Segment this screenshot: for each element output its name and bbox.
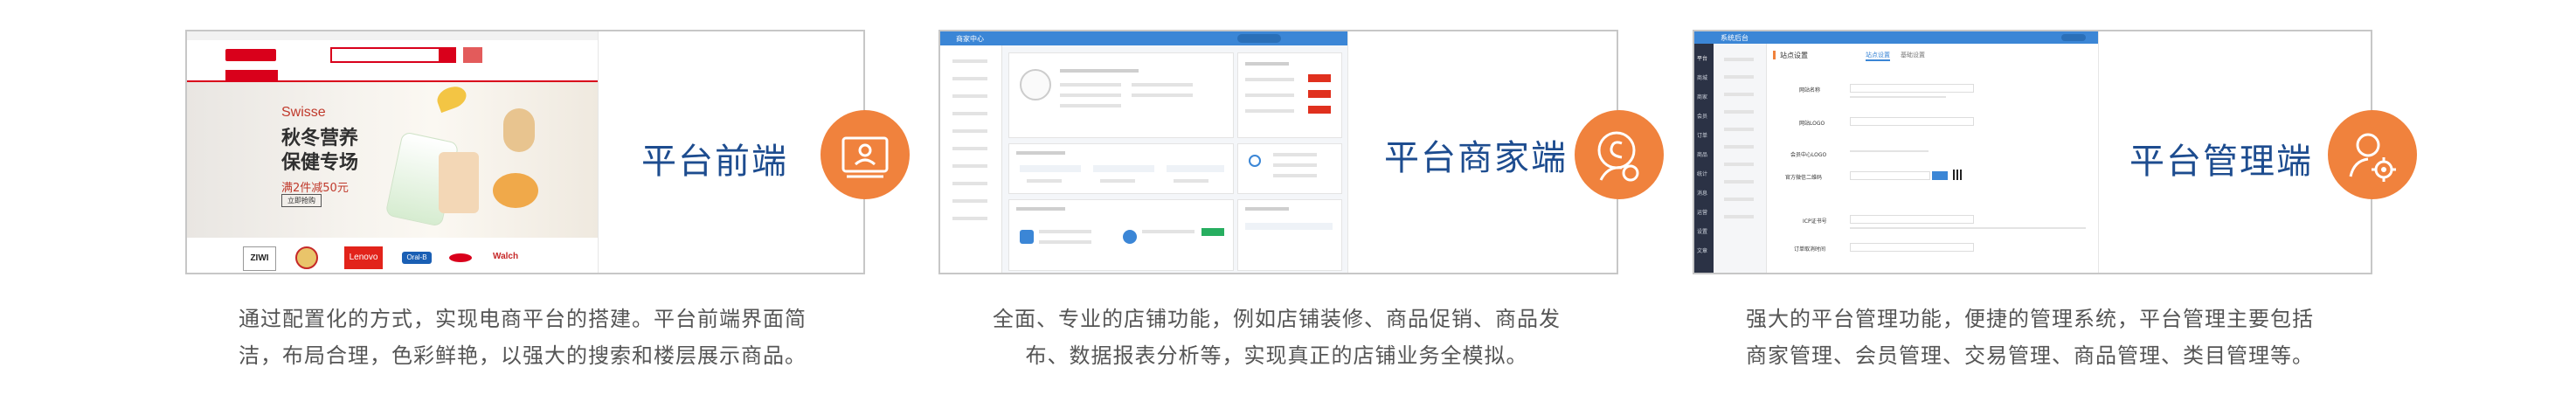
admin-icon-badge	[2328, 110, 2417, 199]
service-icon	[1249, 155, 1261, 167]
order-cancel-input[interactable]	[1850, 243, 1974, 252]
admin-sidebar-item-order[interactable]: 订单	[1697, 131, 1707, 139]
form-label-wechat-qr: 官方微信二维码	[1785, 175, 1823, 181]
brand-logo-ziwi[interactable]: ZIWI	[243, 246, 276, 271]
frontend-description-line-1: 通过配置化的方式，实现电商平台的搭建。平台前端界面简	[239, 307, 807, 331]
stats-card	[1008, 143, 1234, 194]
wechat-qr-upload-button[interactable]	[1932, 171, 1948, 180]
banner-title-2: 保健专场	[281, 152, 359, 174]
admin-accent-bar	[1773, 51, 1776, 59]
banner-cta-button[interactable]: 立即抢购	[281, 194, 322, 207]
orders-table-card	[1237, 199, 1342, 271]
wechat-qr-input[interactable]	[1850, 171, 1930, 180]
brand-row: ZIWI Lenovo Oral-B Walch	[187, 245, 598, 273]
fruit-decoration	[493, 173, 538, 208]
form-label-member-logo: 会员中心LOGO	[1790, 152, 1827, 158]
leaf-decoration	[433, 82, 470, 114]
store-avatar	[1020, 69, 1051, 100]
shop-user-icon	[1597, 131, 1639, 182]
brand-logo-crest[interactable]	[295, 246, 318, 269]
merchant-app-name: 商家中心	[956, 35, 984, 43]
admin-sidebar-item-settings[interactable]: 设置	[1697, 227, 1707, 235]
admin-sidebar-item-member[interactable]: 会员	[1697, 112, 1707, 120]
search-input[interactable]	[330, 47, 440, 63]
site-name-input[interactable]	[1850, 84, 1974, 93]
platform-item-badge[interactable]	[1201, 228, 1224, 236]
admin-tab-basic[interactable]: 基础设置	[1901, 51, 1925, 59]
admin-sidebar-item-operation[interactable]: 运营	[1697, 208, 1707, 216]
store-info-card	[1008, 52, 1234, 138]
admin-title: 平台管理端	[2129, 142, 2313, 182]
notice-action-1[interactable]	[1308, 74, 1331, 82]
admin-topbar	[1694, 31, 2098, 44]
banner-promo: 满2件减50元	[281, 182, 349, 195]
merchant-description: 全面、专业的店铺功能，例如店铺装修、商品促销、商品发 布、数据报表分析等，实现真…	[931, 301, 1622, 374]
platform-item-icon-2	[1123, 230, 1137, 244]
admin-submenu	[1714, 44, 1767, 273]
brand-logo-red[interactable]	[449, 253, 472, 262]
site-logo-upload[interactable]	[1850, 117, 1974, 126]
admin-user-badge[interactable]	[2061, 34, 2086, 41]
admin-tab-site[interactable]: 站点设置	[1866, 51, 1890, 61]
cart-button[interactable]	[463, 47, 482, 63]
form-label-icp: ICP证书号	[1803, 218, 1827, 225]
merchant-screenshot: 商家中心	[940, 31, 1348, 273]
brand-logo-lenovo[interactable]: Lenovo	[344, 246, 383, 269]
frontend-title: 平台前端	[641, 142, 788, 182]
category-menu[interactable]	[225, 70, 278, 82]
platform-card	[1008, 199, 1234, 271]
admin-description: 强大的平台管理功能，便捷的管理系统，平台管理主要包括 商家管理、会员管理、交易管…	[1685, 301, 2375, 374]
admin-sidebar-item-stats[interactable]: 统计	[1697, 170, 1707, 177]
notice-action-2[interactable]	[1308, 90, 1331, 98]
admin-app-name: 系统后台	[1721, 34, 1748, 42]
merchant-panel: 商家中心 平台商家端	[938, 30, 1618, 274]
frontend-icon-badge	[821, 110, 910, 199]
form-label-site-name: 网站名称	[1799, 87, 1821, 94]
admin-sidebar-item-message[interactable]: 消息	[1697, 189, 1707, 197]
admin-sidebar: 平台 商城 商家 会员 订单 商品 统计 消息 运营 设置 文章	[1694, 44, 1714, 273]
frontend-screenshot: Swisse 秋冬营养 保健专场 满2件减50元 立即抢购 ZIWI Lenov…	[187, 31, 599, 273]
search-button[interactable]	[439, 47, 456, 63]
brand-logo-oralb[interactable]: Oral-B	[402, 252, 432, 264]
frontend-description-line-2: 洁，布局合理，色彩鲜艳，以强大的搜索和楼层展示商品。	[239, 343, 807, 368]
user-settings-icon	[2349, 133, 2396, 182]
merchant-topbar	[940, 31, 1347, 45]
user-id-card-icon	[841, 136, 889, 178]
admin-page-heading: 站点设置	[1780, 52, 1808, 59]
promo-banner[interactable]: Swisse 秋冬营养 保健专场 满2件减50元 立即抢购	[187, 82, 598, 238]
service-card	[1237, 143, 1342, 194]
merchant-title: 平台商家端	[1384, 138, 1568, 178]
merchant-sidebar	[940, 45, 1002, 273]
notice-card	[1237, 52, 1342, 138]
store-logo	[225, 49, 276, 61]
merchant-user-badge[interactable]	[1237, 34, 1281, 43]
merchant-description-line-2: 布、数据报表分析等，实现真正的店铺业务全模拟。	[1025, 343, 1528, 368]
bread-decoration	[503, 108, 535, 152]
admin-description-line-2: 商家管理、会员管理、交易管理、商品管理、类目管理等。	[1746, 343, 2314, 368]
form-label-order-cancel: 订单取消时间	[1794, 246, 1826, 253]
platform-item-icon-1	[1020, 230, 1034, 244]
frontend-panel: Swisse 秋冬营养 保健专场 满2件减50元 立即抢购 ZIWI Lenov…	[185, 30, 865, 274]
brand-logo-walch[interactable]: Walch	[493, 252, 518, 261]
frontend-description: 通过配置化的方式，实现电商平台的搭建。平台前端界面简 洁，布局合理，色彩鲜艳，以…	[177, 301, 868, 374]
merchant-description-line-1: 全面、专业的店铺功能，例如店铺装修、商品促销、商品发	[993, 307, 1561, 331]
product-box-image	[439, 152, 479, 213]
merchant-icon-badge	[1575, 110, 1664, 199]
admin-sidebar-item-mall[interactable]: 商城	[1697, 73, 1707, 81]
qr-code-icon	[1953, 170, 1963, 180]
admin-description-line-1: 强大的平台管理功能，便捷的管理系统，平台管理主要包括	[1746, 307, 2314, 331]
admin-panel: 系统后台 平台 商城 商家 会员 订单 商品 统计 消息 运营 设置 文章 站点…	[1693, 30, 2372, 274]
icp-input[interactable]	[1850, 215, 1974, 224]
banner-brand: Swisse	[281, 105, 326, 120]
notice-action-3[interactable]	[1308, 106, 1331, 114]
admin-sidebar-item-article[interactable]: 文章	[1697, 246, 1707, 254]
admin-sidebar-item-merchant[interactable]: 商家	[1697, 93, 1707, 100]
admin-sidebar-item-goods[interactable]: 商品	[1697, 150, 1707, 158]
admin-sidebar-item-platform[interactable]: 平台	[1697, 54, 1707, 62]
form-label-site-logo: 网站LOGO	[1799, 121, 1825, 127]
admin-screenshot: 系统后台 平台 商城 商家 会员 订单 商品 统计 消息 运营 设置 文章 站点…	[1694, 31, 2099, 273]
